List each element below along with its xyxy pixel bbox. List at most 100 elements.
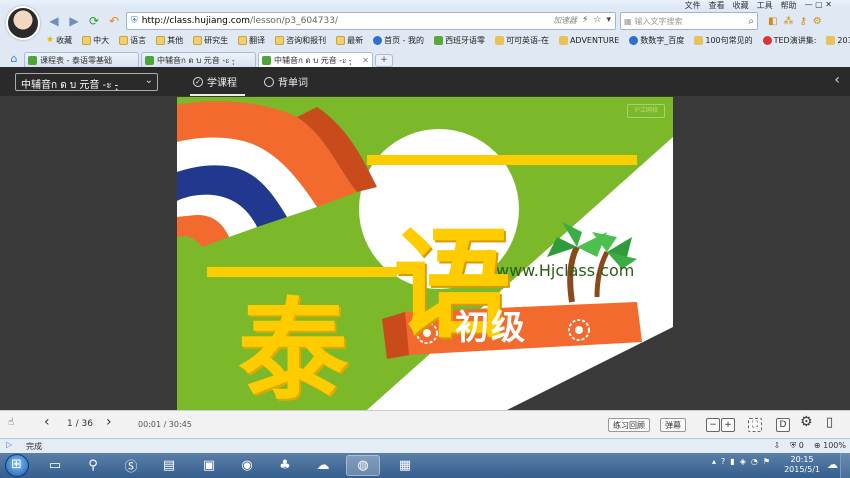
download-icon[interactable]: ⇩: [774, 441, 781, 451]
new-tab-button[interactable]: +: [375, 54, 393, 67]
tab-memorize-words[interactable]: 背单词: [264, 74, 308, 89]
lesson-select-value: 中辅音ก ด บ 元音 -ะ -ุ: [21, 80, 119, 91]
system-clock[interactable]: 20:15 2015/5/1: [784, 455, 820, 475]
pointer-hand-icon[interactable]: ☝: [8, 417, 14, 428]
yellow-bar: [207, 267, 397, 277]
favorites-link[interactable]: 100句常见的: [694, 35, 753, 46]
favorites-folder[interactable]: 中大: [82, 35, 109, 46]
taskbar-app-explorer-icon[interactable]: ▭: [38, 455, 72, 476]
favorites-link[interactable]: TED演讲集:: [762, 35, 816, 46]
hujiang-icon: [434, 35, 444, 45]
taskbar-app-notes-icon[interactable]: ▤: [152, 455, 186, 476]
taskbar-app-video-icon[interactable]: ▦: [388, 455, 422, 476]
refresh-icon[interactable]: ⟳: [86, 13, 102, 29]
taskbar-app-hujiang-icon[interactable]: ▣: [192, 455, 226, 476]
favorites-link[interactable]: 首页 - 我的: [373, 35, 424, 46]
forward-arrow-icon[interactable]: ▶: [66, 13, 82, 29]
status-text: 完成: [26, 442, 42, 451]
browser-tab-active[interactable]: 中辅音ก ด บ 元音 -ะ -ุ ✕: [258, 52, 373, 67]
key-icon[interactable]: ⚷: [799, 16, 806, 27]
prev-page-icon[interactable]: ‹: [44, 414, 50, 430]
d-mode-button[interactable]: D: [776, 418, 790, 432]
taskbar-app-cloud-icon[interactable]: ☁: [306, 455, 340, 476]
weather-cloud-icon[interactable]: ☁: [827, 458, 838, 471]
folder-icon: [238, 35, 248, 45]
zoom-in-button[interactable]: +: [721, 418, 735, 432]
favorites-link[interactable]: 西班牙语零: [434, 35, 485, 46]
fullscreen-icon[interactable]: ⛶: [748, 418, 762, 432]
tray-security-icon[interactable]: ◈: [740, 457, 746, 466]
lightning-icon[interactable]: ⚡: [582, 15, 588, 26]
close-tab-icon[interactable]: ✕: [362, 56, 369, 65]
taskbar-app-music-icon[interactable]: ◍: [346, 455, 380, 476]
tray-volume-icon[interactable]: ◔: [751, 457, 758, 466]
favorites-folder[interactable]: 翻译: [238, 35, 265, 46]
translate-icon[interactable]: ⁂: [783, 16, 793, 27]
search-engine-icon[interactable]: ▦: [624, 17, 632, 26]
folder-icon: [156, 35, 166, 45]
chevron-left-icon[interactable]: ‹: [834, 72, 840, 88]
favorites-folder[interactable]: 研究生: [193, 35, 228, 46]
page-icon: [694, 35, 704, 45]
hujiang-icon: [145, 55, 154, 65]
tab-study-course[interactable]: ✓ 学课程: [193, 74, 237, 89]
tools-icon[interactable]: ⚙: [813, 16, 822, 27]
undo-icon[interactable]: ↶: [106, 13, 122, 29]
favorites-item[interactable]: ★ 收藏: [46, 35, 72, 46]
status-bar: ▷ 完成 ⇩ ⛨ 0 ⊕ 100%: [0, 438, 850, 453]
lesson-select[interactable]: 中辅音ก ด บ 元音 -ะ -ุ ⌄: [15, 73, 158, 91]
show-desktop-button[interactable]: [840, 453, 850, 478]
home-icon[interactable]: ⌂: [6, 52, 22, 65]
folder-icon: [119, 35, 129, 45]
practice-review-button[interactable]: 练习回顾: [608, 418, 650, 432]
tray-flag-icon[interactable]: ⚑: [763, 457, 770, 466]
circle-icon: [264, 76, 274, 87]
slide-watermark: www.Hjclass.com: [496, 261, 635, 280]
browser-tab[interactable]: 课程表 - 泰语零基础: [24, 52, 139, 67]
tray-network-icon[interactable]: ▮: [730, 457, 734, 466]
menu-view[interactable]: 查看: [709, 0, 725, 11]
settings-gear-icon[interactable]: ⚙: [800, 414, 813, 430]
toolbar-icons: ◧ ⁂ ⚷ ⚙: [768, 16, 822, 27]
menu-help[interactable]: 帮助: [781, 0, 797, 11]
favorites-bar: ★ 收藏 中大 语言 其他 研究生 翻译 咨询和报刊 最新 首页 - 我的 西班牙…: [46, 33, 850, 47]
search-box[interactable]: ▦ 输入文字搜索 ⌕: [620, 12, 758, 30]
window-controls[interactable]: — ▢ ✕: [805, 0, 832, 11]
menu-tools[interactable]: 工具: [757, 0, 773, 11]
favorites-link[interactable]: 2014年5月: [826, 35, 850, 46]
hujiang-icon: [262, 55, 271, 65]
favorites-link[interactable]: 数数字_百度: [629, 35, 684, 46]
start-button[interactable]: [5, 454, 29, 477]
next-page-icon[interactable]: ›: [106, 414, 112, 430]
back-arrow-icon[interactable]: ◀: [46, 13, 62, 29]
bookmark-star-icon[interactable]: ☆: [593, 15, 601, 26]
dropdown-icon[interactable]: ▾: [606, 15, 611, 26]
taskbar-app-sogou-icon[interactable]: Ⓢ: [114, 455, 148, 476]
browser-tab[interactable]: 中辅音ก ด บ 元音 -ะ -ุ: [141, 52, 256, 67]
tray-help-icon[interactable]: ?: [721, 457, 725, 466]
shield-count[interactable]: ⛨ 0: [790, 441, 804, 451]
taskbar-app-parrot-icon[interactable]: ♣: [268, 455, 302, 476]
navigation-row: ◀ ▶ ⟳ ↶ ⛨ http://class.hujiang.com/lesso…: [46, 12, 846, 30]
danmu-button[interactable]: 弹幕: [660, 418, 686, 432]
zoom-out-button[interactable]: −: [706, 418, 720, 432]
tray-expand-icon[interactable]: ▴: [712, 457, 716, 466]
address-bar[interactable]: ⛨ http://class.hujiang.com/lesson/p3_604…: [126, 12, 616, 30]
favorites-folder[interactable]: 最新: [336, 35, 363, 46]
accelerator-label[interactable]: 加速器: [553, 15, 577, 26]
menu-favorites[interactable]: 收藏: [733, 0, 749, 11]
favorites-link[interactable]: 可可英语-在: [495, 35, 549, 46]
extension-icon[interactable]: ◧: [768, 16, 777, 27]
user-avatar[interactable]: [6, 6, 40, 40]
search-icon[interactable]: ⌕: [748, 16, 754, 27]
favorites-folder[interactable]: 语言: [119, 35, 146, 46]
taskbar-app-mic-icon[interactable]: ⚲: [76, 455, 110, 476]
favorites-link[interactable]: ADVENTURE: [558, 35, 619, 45]
sidebar-toggle-icon[interactable]: ▷: [6, 440, 12, 449]
favorites-folder[interactable]: 其他: [156, 35, 183, 46]
mobile-icon[interactable]: ▯: [826, 415, 833, 430]
menu-file[interactable]: 文件: [685, 0, 701, 11]
taskbar-app-chat-icon[interactable]: ◉: [230, 455, 264, 476]
zoom-level[interactable]: ⊕ 100%: [814, 441, 846, 451]
favorites-folder[interactable]: 咨询和报刊: [275, 35, 326, 46]
